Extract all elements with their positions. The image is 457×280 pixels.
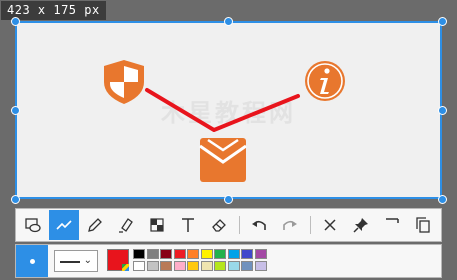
- pencil-icon: [88, 218, 102, 232]
- color-palette: [133, 249, 269, 271]
- color-swatch[interactable]: [200, 261, 213, 271]
- eraser-icon: [212, 219, 226, 232]
- current-color-swatch[interactable]: [107, 249, 129, 271]
- color-swatch[interactable]: [187, 249, 199, 259]
- save-button[interactable]: [377, 210, 407, 240]
- line-style-preview: [60, 261, 80, 263]
- color-swatch[interactable]: [160, 249, 172, 259]
- resize-handle-bottom-right[interactable]: [438, 195, 447, 204]
- stroke-size-button[interactable]: [16, 245, 48, 277]
- color-swatch[interactable]: [214, 249, 226, 259]
- mosaic-tool[interactable]: [142, 210, 172, 240]
- stroke-size-dot: [29, 258, 35, 264]
- shapes-icon: [25, 218, 41, 233]
- color-swatch[interactable]: [146, 249, 159, 259]
- color-swatch[interactable]: [227, 261, 240, 271]
- highlighter-icon: [119, 218, 133, 233]
- color-swatch[interactable]: [241, 249, 253, 259]
- redo-button[interactable]: [275, 210, 305, 240]
- color-swatch[interactable]: [173, 261, 186, 271]
- color-picker-icon: [122, 264, 129, 271]
- toolbar-separator: [310, 216, 311, 234]
- resize-handle-left[interactable]: [11, 106, 20, 115]
- color-swatch[interactable]: [214, 261, 226, 271]
- save-icon: [386, 218, 399, 223]
- color-swatch[interactable]: [133, 249, 145, 259]
- color-swatch[interactable]: [254, 249, 267, 259]
- resize-handle-right[interactable]: [438, 106, 447, 115]
- rectangle-ellipse-tool[interactable]: [18, 210, 48, 240]
- line-tool[interactable]: [49, 210, 79, 240]
- undo-button[interactable]: [244, 210, 274, 240]
- resize-handle-bottom-left[interactable]: [11, 195, 20, 204]
- resize-handle-top-right[interactable]: [438, 17, 447, 26]
- polyline-icon: [56, 220, 72, 230]
- pin-icon: [353, 218, 368, 233]
- eraser-tool[interactable]: [204, 210, 234, 240]
- annotation-line[interactable]: [145, 88, 300, 132]
- copy-button[interactable]: [408, 210, 438, 240]
- chevron-down-icon: ⌄: [83, 255, 92, 266]
- color-swatch[interactable]: [254, 261, 267, 271]
- toolbar-separator: [239, 216, 240, 234]
- cancel-button[interactable]: [315, 210, 345, 240]
- resize-handle-top[interactable]: [224, 17, 233, 26]
- text-icon: [182, 218, 194, 232]
- info-icon: [305, 61, 345, 101]
- line-style-select[interactable]: ⌄: [54, 250, 98, 272]
- color-swatch[interactable]: [133, 261, 145, 271]
- color-swatch[interactable]: [160, 261, 172, 271]
- properties-bar: ⌄: [15, 244, 442, 278]
- marker-tool[interactable]: [111, 210, 141, 240]
- color-swatch[interactable]: [146, 261, 159, 271]
- copy-icon: [416, 217, 430, 233]
- resize-handle-top-left[interactable]: [11, 17, 20, 26]
- close-icon: [324, 219, 336, 231]
- redo-icon: [283, 220, 297, 230]
- undo-icon: [252, 220, 266, 230]
- annotation-toolbar: [15, 208, 442, 242]
- shield-icon: [104, 60, 144, 104]
- mosaic-icon: [150, 218, 164, 232]
- color-swatch[interactable]: [227, 249, 240, 259]
- color-swatch[interactable]: [200, 249, 213, 259]
- color-swatch[interactable]: [173, 249, 186, 259]
- envelope-icon: [199, 138, 247, 182]
- text-tool[interactable]: [173, 210, 203, 240]
- resize-handle-bottom[interactable]: [224, 195, 233, 204]
- pin-button[interactable]: [346, 210, 376, 240]
- color-swatch[interactable]: [241, 261, 253, 271]
- color-swatch[interactable]: [187, 261, 199, 271]
- pencil-tool[interactable]: [80, 210, 110, 240]
